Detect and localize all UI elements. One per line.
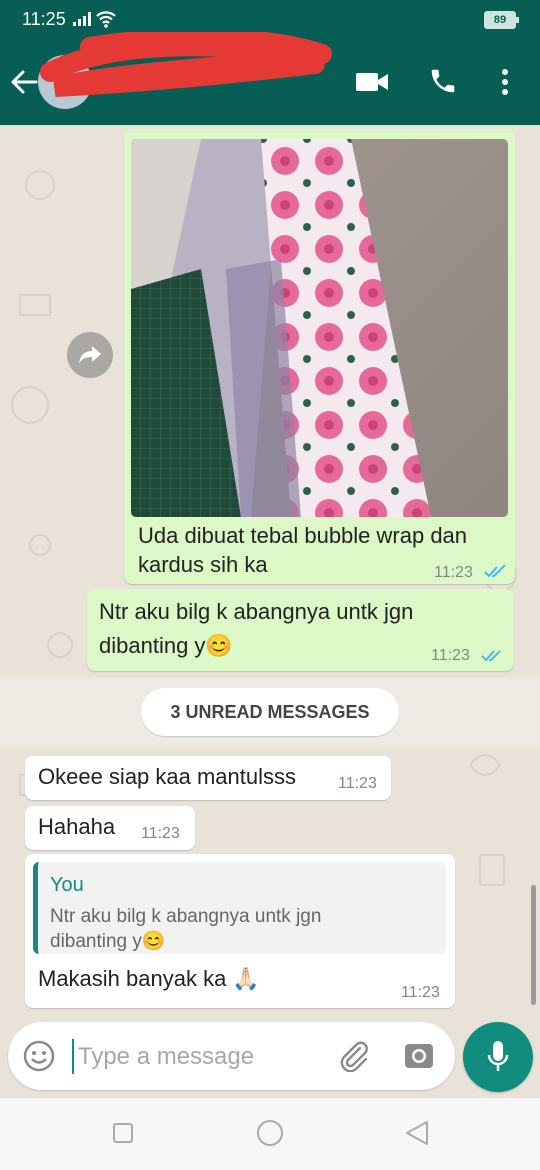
- scrollbar[interactable]: [531, 885, 536, 1005]
- message-time: 11:23: [141, 825, 180, 842]
- home-icon[interactable]: [257, 1120, 283, 1146]
- message-time: 11:23: [434, 564, 473, 581]
- read-ticks-icon: [484, 565, 507, 578]
- shared-photo[interactable]: [131, 139, 508, 517]
- message-bubble-incoming[interactable]: Okeee siap kaa mantulsss 11:23: [25, 756, 391, 800]
- wifi-icon: [96, 10, 116, 33]
- back-icon[interactable]: [404, 1120, 430, 1146]
- system-nav-bar: [0, 1098, 540, 1170]
- battery-level: 89: [493, 14, 507, 26]
- read-ticks-icon: [481, 650, 501, 662]
- more-options-icon[interactable]: [500, 68, 510, 101]
- message-input[interactable]: [76, 1036, 330, 1078]
- photo-content: [131, 139, 508, 517]
- message-time: 11:23: [338, 775, 377, 792]
- unread-messages-banner: 3 UNREAD MESSAGES: [141, 688, 399, 736]
- message-bubble-incoming[interactable]: Hahaha 11:23: [25, 806, 195, 850]
- attach-icon[interactable]: [338, 1040, 370, 1077]
- voice-message-button[interactable]: [463, 1022, 533, 1092]
- message-bubble-outgoing[interactable]: Ntr aku bilg k abangnya untk jgn dibanti…: [87, 589, 514, 671]
- chat-area[interactable]: Uda dibuat tebal bubble wrap dan kardus …: [0, 125, 540, 1020]
- message-bubble-reply[interactable]: You Ntr aku bilg k abangnya untk jgn dib…: [25, 854, 455, 1008]
- message-composer: [8, 1022, 455, 1090]
- message-text: Ntr aku bilg k abangnya untk jgn dibanti…: [99, 599, 414, 658]
- status-bar: 11:25 89: [0, 0, 540, 40]
- quoted-text: Ntr aku bilg k abangnya untk jgn dibanti…: [50, 906, 322, 952]
- message-text: Hahaha: [38, 814, 116, 839]
- forward-button[interactable]: [67, 332, 113, 378]
- message-time: 11:23: [401, 984, 440, 1001]
- message-text: Makasih banyak ka 🙏🏻: [38, 966, 260, 991]
- quoted-message[interactable]: You Ntr aku bilg k abangnya untk jgn dib…: [33, 862, 446, 954]
- chat-header: [0, 32, 540, 125]
- message-bubble-image[interactable]: Uda dibuat tebal bubble wrap dan kardus …: [124, 129, 515, 584]
- status-time: 11:25: [22, 9, 66, 29]
- quoted-author: You: [50, 874, 84, 896]
- contact-avatar[interactable]: [38, 55, 92, 109]
- message-time: 11:23: [431, 647, 470, 664]
- battery-icon: 89: [484, 11, 519, 29]
- camera-icon[interactable]: [404, 1042, 434, 1075]
- emoji-icon[interactable]: [22, 1039, 56, 1078]
- signal-icon: [73, 12, 91, 31]
- mic-icon: [487, 1041, 509, 1071]
- forward-icon: [79, 346, 101, 364]
- video-call-icon[interactable]: [355, 70, 389, 99]
- back-arrow-icon[interactable]: [10, 68, 38, 101]
- recent-apps-icon[interactable]: [113, 1123, 133, 1143]
- message-text: Okeee siap kaa mantulsss: [38, 764, 297, 789]
- text-cursor: [72, 1039, 74, 1074]
- voice-call-icon[interactable]: [428, 66, 458, 101]
